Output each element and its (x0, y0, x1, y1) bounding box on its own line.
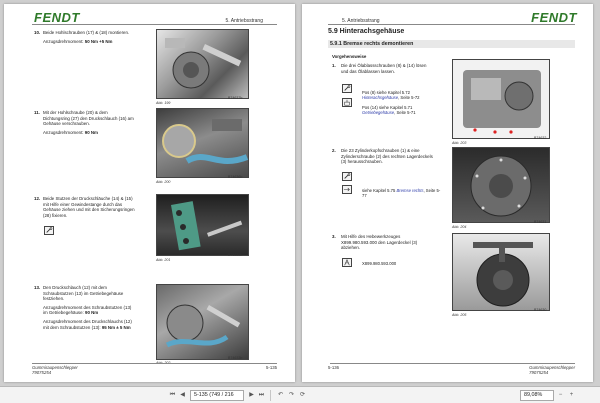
figure-code: B74633b (228, 356, 243, 360)
back-icon[interactable]: ↶ (276, 391, 285, 400)
left-page: FENDT 5. Antriebsstrang 10. Beide Hohlsc… (4, 4, 295, 382)
step-text: Beide Stutzen der Druckschläuche (14) & … (43, 196, 135, 218)
step-3: 3. Mit Hilfe des Hebewerkzeuges X899.980… (332, 234, 433, 251)
last-page-icon[interactable]: ⏭ (257, 391, 266, 400)
reference-prefix: Pos (14) siehe Kapitel 5.71 (362, 105, 413, 110)
figure-caption: Abb. 201 (156, 258, 171, 262)
page-number: 5-136 (328, 365, 339, 370)
tool-number: X899.980.593.000 (362, 261, 397, 266)
figure-photo (156, 108, 249, 178)
page-number-input[interactable]: 5-135 (749 / 216 (190, 390, 244, 401)
reference-link-text[interactable]: Hinterachsgehäuse (362, 95, 398, 100)
reference-prefix: siehe Kapitel 5.75 (362, 188, 396, 193)
footer-text: Gummiraupenschlepper 79075254 (529, 365, 575, 375)
reference-link[interactable]: Pos (14) siehe Kapitel 5.71 Getriebegehä… (362, 105, 444, 116)
section-title: 5.9 Hinterachsgehäuse (328, 28, 405, 35)
step-2: 2. Die 23 Zylinderkopfschrauben (1) & ei… (332, 148, 433, 165)
footer-text: Gummiraupenschlepper 79075254 (32, 365, 78, 375)
reference-suffix: , Seite 5-71 (394, 110, 416, 116)
figure-photo (452, 59, 550, 139)
oil-drain-tool-icon (342, 98, 352, 107)
torque-value: 95 Nm ± 5 Nm (101, 324, 131, 330)
torque-label: Anzugsdrehmoment: (43, 129, 84, 135)
zoom-out-icon[interactable]: − (556, 391, 565, 400)
step-1: 1. Die drei Ölablassschrauben (8) & (14)… (332, 63, 433, 74)
right-page: 5. Antriebsstrang FENDT 5.9 Hinterachsge… (302, 4, 593, 382)
rotate-icon[interactable]: ⟳ (298, 391, 307, 400)
page-number: 5-135 (266, 365, 277, 370)
step-number: 12. (34, 196, 41, 201)
torque-value: 50 Nm +5 Nm (84, 38, 113, 44)
wrench-tool-icon (44, 226, 54, 235)
zoom-in-icon[interactable]: + (567, 391, 576, 400)
step-number: 10. (34, 30, 41, 35)
figure-code: B74635b (228, 253, 243, 257)
figure-caption: Abb. 200 (156, 180, 171, 184)
subsection-title: 5.9.1 Bremse rechts demontieren (330, 41, 414, 47)
figure-code: B74630 (534, 308, 547, 312)
torque-value: 90 Nm (85, 310, 99, 316)
step-text: Die drei Ölablassschrauben (8) & (14) lö… (341, 63, 427, 74)
step-13: 13. Den Druckschlauch (12) mit dem Schra… (34, 285, 135, 330)
forward-icon[interactable]: ↷ (287, 391, 296, 400)
fendt-logo: FENDT (531, 10, 577, 25)
step-number: 13. (34, 285, 41, 290)
torque-value: 90 Nm (84, 129, 98, 135)
step-number: 3. (332, 234, 336, 239)
figure-caption: Abb. 199 (156, 101, 171, 105)
step-text: Den Druckschlauch (12) mit dem Schraubst… (43, 285, 124, 302)
arrow-tool-icon (342, 185, 352, 194)
figure-photo (156, 284, 249, 360)
zoom-level-input[interactable]: 89,08% (520, 390, 554, 401)
figure-code: B74637b (228, 96, 243, 100)
reference-prefix: Pos (8) siehe Kapitel 5.72 (362, 90, 410, 95)
figure-caption: Abb. 203 (452, 141, 467, 145)
step-text: Mit Hilfe des Hebewerkzeuges X899.980.59… (341, 234, 418, 251)
torque-label: Anzugsdrehmoment: (43, 38, 84, 44)
step-text: Mit der Hohlschraube (20) & dem Dichtung… (43, 110, 134, 127)
step-number: 2. (332, 148, 336, 153)
step-12: 12. Beide Stutzen der Druckschläuche (14… (34, 196, 135, 218)
step-number: 11. (34, 110, 40, 115)
figure-photo (452, 233, 550, 311)
step-text: Beide Hohlschrauben (17) & (18) montiere… (43, 30, 130, 35)
fendt-logo: FENDT (34, 10, 80, 25)
header-rule (32, 24, 277, 25)
reference-link[interactable]: siehe Kapitel 5.75 Bremse rechts, Seite … (362, 188, 444, 199)
next-page-icon[interactable]: ▶ (247, 391, 256, 400)
footer-doc-number: 79075254 (529, 370, 549, 375)
footer-rule (32, 363, 277, 364)
reference-suffix: , Seite 5-72 (398, 95, 420, 101)
figure-code: B74631 (534, 220, 547, 224)
figure-code: B74632 (534, 136, 547, 140)
figure-caption: Abb. 205 (452, 313, 467, 317)
viewer-toolbar: ⏮ ◀ 5-135 (749 / 216 ▶ ⏭ ↶ ↷ ⟳ − 89,08% … (0, 386, 600, 403)
figure-photo (452, 147, 550, 223)
wrench-tool-icon (342, 172, 352, 181)
toolbar-separator (270, 390, 271, 401)
prev-page-icon[interactable]: ◀ (178, 391, 187, 400)
step-number: 1. (332, 63, 336, 68)
figure-caption: Abb. 204 (452, 225, 467, 229)
footer-doc-number: 79075254 (32, 370, 52, 375)
step-11: 11. Mit der Hohlschraube (20) & dem Dich… (34, 110, 135, 135)
figure-photo (156, 29, 249, 99)
first-page-icon[interactable]: ⏮ (168, 391, 177, 400)
footer-rule (330, 363, 575, 364)
figure-code: B74636b (228, 175, 243, 179)
figure-photo (156, 194, 249, 256)
reference-link-text[interactable]: Bremse rechts (396, 188, 423, 193)
pdf-viewer: FENDT 5. Antriebsstrang 10. Beide Hohlsc… (0, 0, 600, 403)
header-rule (328, 24, 575, 25)
wrench-tool-icon (342, 84, 352, 93)
lifting-tool-icon (342, 258, 352, 267)
reference-link[interactable]: Pos (8) siehe Kapitel 5.72 Hinterachsgeh… (362, 90, 444, 101)
step-text: Die 23 Zylinderkopfschrauben (1) & eine … (341, 148, 433, 165)
procedure-label: Vorgehensweise (332, 54, 367, 59)
reference-link-text[interactable]: Getriebegehäuse (362, 110, 394, 115)
step-10: 10. Beide Hohlschrauben (17) & (18) mont… (34, 30, 135, 44)
